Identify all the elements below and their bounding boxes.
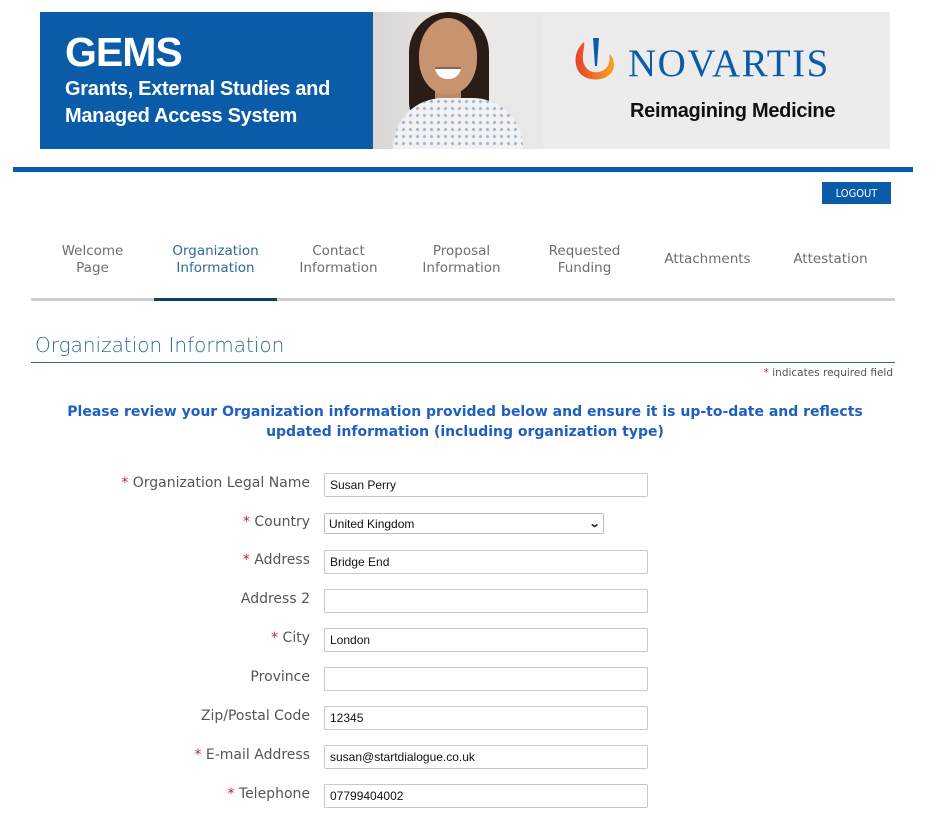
- required-note-text: indicates required field: [772, 367, 893, 379]
- field-telephone: * Telephone: [0, 784, 700, 810]
- field-address-2: Address 2: [0, 589, 700, 615]
- city-input[interactable]: [324, 628, 648, 652]
- field-organization-legal-name: * Organization Legal Name: [0, 473, 700, 499]
- tab-label: Page: [76, 259, 109, 276]
- tab-organization-information[interactable]: Organization Information: [154, 236, 277, 301]
- required-star-icon: *: [242, 552, 250, 568]
- tab-label: Information: [422, 259, 501, 276]
- country-select[interactable]: United Kingdom ⌄: [324, 513, 604, 534]
- field-label: * E-mail Address: [194, 747, 310, 763]
- brand-tagline: Reimagining Medicine: [630, 100, 836, 122]
- app-subtitle-line1: Grants, External Studies and: [65, 78, 331, 100]
- tab-label: Welcome: [61, 242, 124, 259]
- field-label: Address 2: [240, 591, 310, 607]
- app-subtitle: Grants, External Studies and Managed Acc…: [65, 76, 373, 130]
- field-city: * City: [0, 628, 700, 654]
- country-selected-value: United Kingdom: [329, 516, 415, 531]
- telephone-input[interactable]: [324, 784, 648, 808]
- address-2-input[interactable]: [324, 589, 648, 613]
- field-address: * Address: [0, 550, 700, 576]
- logout-button[interactable]: LOGOUT: [822, 182, 891, 204]
- organization-legal-name-input[interactable]: [324, 473, 648, 497]
- tab-label: Information: [176, 259, 255, 276]
- required-star-icon: *: [242, 514, 250, 530]
- field-label: * City: [271, 630, 310, 646]
- page-title: Organization Information: [35, 333, 285, 357]
- address-input[interactable]: [324, 550, 648, 574]
- tab-proposal-information[interactable]: Proposal Information: [400, 236, 523, 283]
- field-label: * Telephone: [227, 786, 310, 802]
- tab-label: Requested: [548, 242, 621, 259]
- field-label: * Organization Legal Name: [121, 475, 310, 491]
- tab-requested-funding[interactable]: Requested Funding: [523, 236, 646, 283]
- header-banner: GEMS Grants, External Studies and Manage…: [40, 12, 890, 149]
- review-notice: Please review your Organization informat…: [67, 404, 863, 440]
- field-label: Zip/Postal Code: [200, 708, 310, 724]
- field-country: * Country United Kingdom ⌄: [0, 512, 700, 538]
- field-label: * Country: [242, 514, 310, 530]
- required-star-icon: *: [271, 630, 279, 646]
- tab-label: Attestation: [793, 251, 868, 267]
- tab-welcome-page[interactable]: Welcome Page: [31, 236, 154, 283]
- tab-label: Organization: [172, 242, 259, 259]
- tab-attestation[interactable]: Attestation: [769, 236, 892, 283]
- required-star-icon: *: [227, 786, 235, 802]
- field-label: Province: [250, 669, 310, 685]
- field-zip-postal-code: Zip/Postal Code: [0, 706, 700, 732]
- gems-logo-panel: GEMS Grants, External Studies and Manage…: [40, 12, 373, 149]
- field-email-address: * E-mail Address: [0, 745, 700, 771]
- tab-label: Proposal: [432, 242, 491, 259]
- app-subtitle-line2: Managed Access System: [65, 105, 297, 127]
- province-input[interactable]: [324, 667, 648, 691]
- tab-label: Funding: [557, 259, 612, 276]
- tab-label: Contact: [312, 242, 365, 259]
- email-address-input[interactable]: [324, 745, 648, 769]
- required-star-icon: *: [121, 475, 129, 491]
- field-label: * Address: [242, 552, 310, 568]
- novartis-flame-icon: [575, 38, 615, 80]
- tab-label: Information: [299, 259, 378, 276]
- tab-label: Attachments: [664, 251, 751, 267]
- app-name: GEMS: [65, 29, 183, 75]
- brand-name: NOVARTIS: [628, 42, 830, 85]
- tab-attachments[interactable]: Attachments: [646, 236, 769, 283]
- required-star-icon: *: [763, 367, 769, 379]
- zip-postal-code-input[interactable]: [324, 706, 648, 730]
- required-field-note: * indicates required field: [764, 367, 893, 379]
- title-divider: [31, 362, 895, 363]
- photo-face: [419, 18, 477, 94]
- required-star-icon: *: [194, 747, 202, 763]
- banner-photo: [373, 12, 543, 149]
- wizard-tabs: Welcome Page Organization Information Cont…: [31, 236, 895, 301]
- field-province: Province: [0, 667, 700, 693]
- novartis-brand-panel: NOVARTIS Reimagining Medicine: [543, 12, 890, 149]
- tab-contact-information[interactable]: Contact Information: [277, 236, 400, 283]
- chevron-down-icon: ⌄: [588, 518, 601, 530]
- header-divider: [13, 167, 913, 172]
